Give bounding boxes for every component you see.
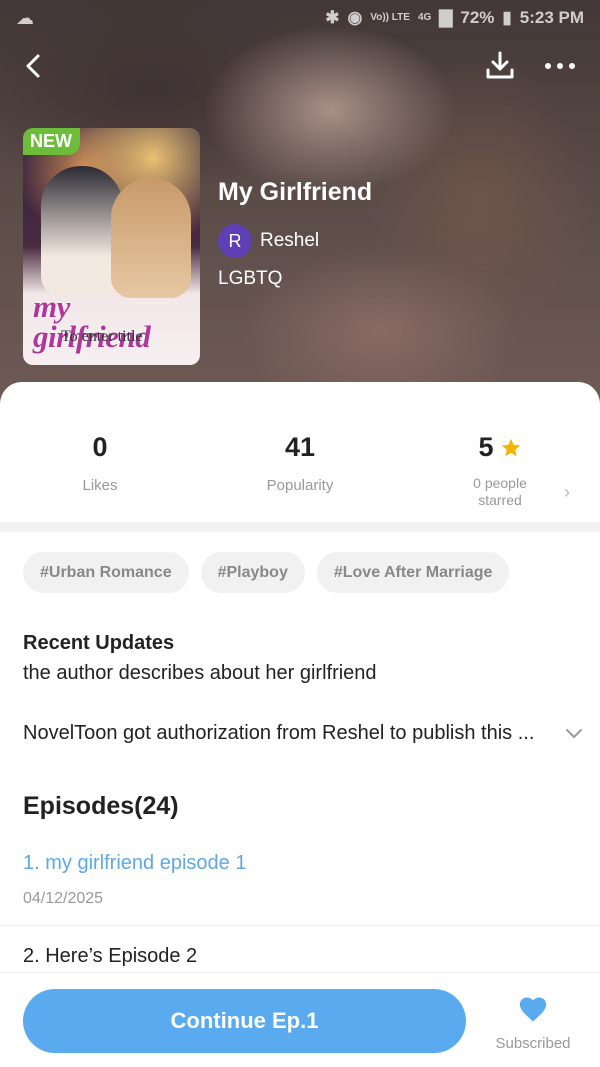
episode-item-title[interactable]: 2. Here’s Episode 2 [23, 945, 197, 968]
episode-item-date: 04/12/2025 [23, 890, 104, 907]
author-link[interactable]: R Reshel [218, 224, 319, 258]
back-arrow-icon [26, 54, 40, 78]
popularity-stat: 41 Popularity [220, 432, 380, 494]
cover-subtitle-text: To enter title [61, 328, 143, 345]
network-indicator: 4G [417, 12, 432, 23]
likes-label: Likes [82, 477, 118, 494]
notification-icon: ☁ [16, 7, 34, 28]
subscribe-button[interactable]: Subscribed [490, 995, 576, 1052]
subscribe-label: Subscribed [495, 1035, 571, 1052]
episode-item-title[interactable]: 1. my girlfriend episode 1 [23, 852, 246, 875]
continue-reading-button[interactable]: Continue Ep.1 [23, 989, 466, 1053]
tag-chip[interactable]: #Love After Marriage [316, 552, 510, 593]
alarm-icon: ◉ [347, 8, 363, 27]
more-options-button[interactable] [540, 48, 580, 84]
bluetooth-icon: ✱ [325, 8, 340, 27]
popularity-label: Popularity [266, 477, 334, 494]
details-card: 0 Likes 41 Popularity 5 0 people starred… [0, 382, 600, 1067]
battery-percent: 72% [460, 8, 495, 27]
new-badge: NEW [23, 128, 80, 155]
heart-icon [519, 997, 547, 1022]
rating-label: 0 people starred [473, 475, 527, 508]
stats-row: 0 Likes 41 Popularity 5 0 people starred [0, 432, 600, 522]
authorization-text: NovelToon got authorization from Reshel … [23, 722, 535, 744]
recent-updates-heading: Recent Updates [23, 632, 175, 654]
recent-updates-text: the author describes about her girlfrien… [23, 662, 377, 684]
back-button[interactable] [16, 48, 52, 84]
rating-stat[interactable]: 5 0 people starred [420, 432, 580, 509]
status-bar: ☁ ✱ ◉ Vo)) LTE 4G ▇ 72% ▮ 5:23 PM [0, 0, 600, 36]
top-bar [0, 44, 600, 88]
tag-chip[interactable]: #Playboy [200, 552, 305, 593]
cover-art-girl [111, 178, 191, 298]
authorization-notice[interactable]: NovelToon got authorization from Reshel … [23, 722, 583, 745]
clock: 5:23 PM [519, 8, 584, 27]
genre-label: LGBTQ [218, 268, 283, 289]
download-icon [486, 51, 514, 79]
episodes-heading: Episodes(24) [23, 792, 179, 820]
battery-icon: ▮ [502, 8, 512, 27]
tag-chip[interactable]: #Urban Romance [23, 552, 189, 593]
popularity-value: 41 [284, 432, 316, 462]
likes-stat: 0 Likes [20, 432, 180, 494]
volte-indicator: Vo)) LTE [370, 12, 410, 23]
tag-list: #Urban Romance #Playboy #Love After Marr… [23, 552, 510, 593]
author-name: Reshel [260, 230, 320, 251]
chevron-down-icon [566, 728, 582, 738]
download-button[interactable] [482, 48, 518, 84]
chevron-right-icon[interactable]: › [564, 482, 570, 503]
bottom-action-bar: Continue Ep.1 Subscribed [0, 972, 600, 1067]
more-dots-icon [545, 63, 575, 69]
star-icon [501, 438, 520, 456]
book-cover[interactable]: NEW my girlfriend To enter title [23, 128, 200, 365]
rating-value: 5 [478, 432, 494, 462]
likes-value: 0 [92, 432, 108, 462]
signal-icon: ▇ [439, 8, 453, 27]
episode-divider [0, 925, 600, 926]
section-divider [0, 522, 600, 532]
book-title: My Girlfriend [218, 178, 373, 206]
author-avatar: R [218, 224, 252, 258]
